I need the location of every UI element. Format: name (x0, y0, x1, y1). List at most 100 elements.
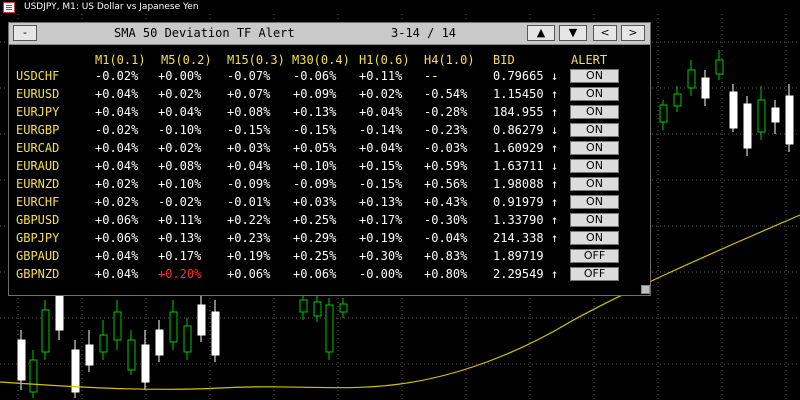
cell-m30: -0.09% (293, 177, 337, 191)
cell-m5: +0.04% (158, 105, 202, 119)
cell-m15: +0.23% (227, 231, 271, 245)
alert-toggle-button[interactable]: ON (570, 159, 619, 173)
cell-m1: +0.04% (95, 87, 139, 101)
candle (169, 300, 178, 350)
bid-direction-arrow: ↓ (551, 123, 559, 137)
row-symbol: GBPJPY (16, 231, 60, 245)
candle (299, 296, 308, 320)
cell-bid: 1.63711 (493, 159, 544, 173)
cell-m1: +0.04% (95, 141, 139, 155)
candle (183, 318, 192, 360)
bid-direction-arrow: ↑ (551, 141, 559, 155)
resize-grip[interactable] (641, 285, 650, 294)
column-header-h4: H4(1.0) (424, 53, 475, 67)
candle (155, 320, 164, 362)
cell-m1: -0.02% (95, 69, 139, 83)
cell-h1: +0.19% (359, 231, 403, 245)
cell-bid: 1.33790 (493, 213, 544, 227)
cell-m5: +0.02% (158, 87, 202, 101)
cell-h1: +0.11% (359, 69, 403, 83)
scroll-up-button[interactable]: ▲ (527, 25, 555, 41)
cell-m30: +0.03% (293, 195, 337, 209)
candle (127, 330, 136, 375)
candle (673, 86, 682, 112)
column-header-bid: BID (493, 53, 515, 67)
alert-toggle-button[interactable]: ON (570, 123, 619, 137)
cell-h1: +0.13% (359, 195, 403, 209)
cell-bid: 0.91979 (493, 195, 544, 209)
row-symbol: EURUSD (16, 87, 60, 101)
cell-m5: +0.02% (158, 141, 202, 155)
cell-m30: +0.10% (293, 159, 337, 173)
alert-toggle-button[interactable]: OFF (570, 249, 619, 263)
cell-bid: 1.89719 (493, 249, 544, 263)
cell-h1: +0.15% (359, 159, 403, 173)
candle (313, 296, 322, 322)
row-symbol: USDCHF (16, 69, 60, 83)
bid-direction-arrow: ↑ (551, 195, 559, 209)
cell-m30: +0.29% (293, 231, 337, 245)
row-symbol: EURGBP (16, 123, 60, 137)
cell-h1: -0.14% (359, 123, 403, 137)
bid-direction-arrow: ↑ (551, 177, 559, 191)
candle (729, 84, 738, 132)
alert-toggle-button[interactable]: ON (570, 177, 619, 191)
alert-toggle-button[interactable]: ON (570, 105, 619, 119)
cell-m1: +0.04% (95, 267, 139, 281)
cell-m15: -0.15% (227, 123, 271, 137)
candle (211, 300, 220, 362)
scroll-down-button[interactable]: ▼ (559, 25, 587, 41)
alert-toggle-button[interactable]: ON (570, 213, 619, 227)
cell-m30: -0.15% (293, 123, 337, 137)
alert-toggle-button[interactable]: ON (570, 195, 619, 209)
cell-h4: +0.83% (424, 249, 468, 263)
cell-h4: -0.28% (424, 105, 468, 119)
chart-title-bar: USDJPY, M1: US Dollar vs Japanese Yen (0, 0, 800, 14)
cell-bid: 1.15450 (493, 87, 544, 101)
cell-m5: +0.08% (158, 159, 202, 173)
bid-direction-arrow: ↑ (551, 105, 559, 119)
alert-toggle-button[interactable]: ON (570, 87, 619, 101)
row-symbol: GBPNZD (16, 267, 60, 281)
candle (339, 298, 348, 318)
candle (197, 296, 206, 342)
row-symbol: EURAUD (16, 159, 60, 173)
cell-h4: +0.80% (424, 267, 468, 281)
cell-m15: +0.03% (227, 141, 271, 155)
candle (743, 96, 752, 156)
candle (113, 300, 122, 350)
cell-h1: +0.17% (359, 213, 403, 227)
chart-title: USDJPY, M1: US Dollar vs Japanese Yen (24, 2, 199, 12)
bid-direction-arrow: ↓ (551, 69, 559, 83)
cell-h1: -0.00% (359, 267, 403, 281)
candle (85, 330, 94, 372)
alert-toggle-button[interactable]: ON (570, 69, 619, 83)
cell-h4: -0.54% (424, 87, 468, 101)
candle (785, 84, 794, 152)
row-symbol: EURCAD (16, 141, 60, 155)
cell-m30: +0.05% (293, 141, 337, 155)
alert-toggle-button[interactable]: ON (570, 141, 619, 155)
cell-m1: +0.04% (95, 249, 139, 263)
candle (325, 298, 334, 360)
alert-toggle-button[interactable]: OFF (570, 267, 619, 281)
minimize-button[interactable]: - (13, 25, 37, 41)
cell-bid: 0.79665 (493, 69, 544, 83)
cell-h1: +0.04% (359, 141, 403, 155)
cell-h4: -- (424, 69, 439, 83)
panel-title: SMA 50 Deviation TF Alert (114, 26, 295, 40)
cell-m15: +0.06% (227, 267, 271, 281)
row-symbol: EURNZD (16, 177, 60, 191)
cell-m1: +0.06% (95, 231, 139, 245)
next-page-button[interactable]: > (621, 25, 645, 41)
alert-toggle-button[interactable]: ON (570, 231, 619, 245)
column-header-m1: M1(0.1) (95, 53, 146, 67)
bid-direction-arrow: ↑ (551, 231, 559, 245)
cell-h1: +0.02% (359, 87, 403, 101)
cell-m5: +0.20% (158, 267, 202, 281)
prev-page-button[interactable]: < (593, 25, 617, 41)
cell-m1: -0.02% (95, 123, 139, 137)
cell-m30: +0.25% (293, 213, 337, 227)
row-symbol: GBPUSD (16, 213, 60, 227)
cell-m1: +0.06% (95, 213, 139, 227)
